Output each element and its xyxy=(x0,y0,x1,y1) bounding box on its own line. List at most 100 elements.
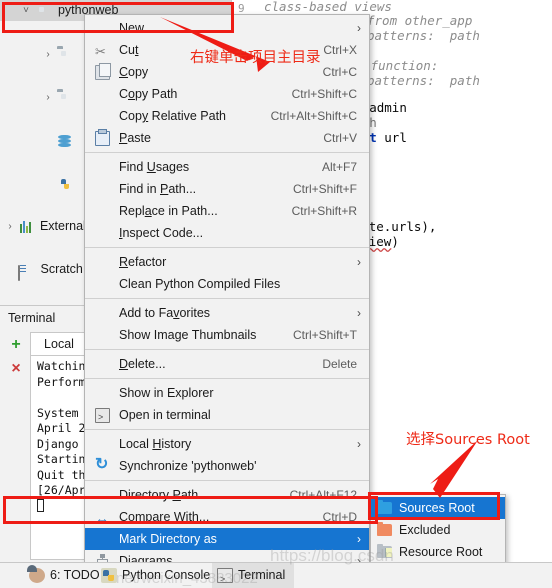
terminal-line: April 2 xyxy=(37,421,86,435)
menu-item-label: Find in Path... xyxy=(119,182,197,196)
menu-item-label: Delete... xyxy=(119,357,166,371)
menu-item-label: Directory Path xyxy=(119,488,199,502)
menu-item-new[interactable]: New › xyxy=(85,17,369,39)
chevron-right-icon[interactable]: › xyxy=(4,216,16,237)
menu-item-label: Paste xyxy=(119,131,151,145)
status-bar-terminal[interactable]: Terminal xyxy=(212,563,294,588)
menu-item-label: Synchronize 'pythonweb' xyxy=(119,459,257,473)
folder-orange-icon xyxy=(377,522,392,536)
menu-item-local-history[interactable]: Local History › xyxy=(85,433,369,455)
menu-separator xyxy=(85,152,369,153)
chevron-right-icon: › xyxy=(357,532,361,546)
menu-item-compare-with[interactable]: Compare With... Ctrl+D xyxy=(85,506,369,529)
annotation-note-right-click: 右键单击项目主目录 xyxy=(190,50,321,66)
menu-item-directory-path[interactable]: Directory Path Ctrl+Alt+F12 xyxy=(85,484,369,506)
submenu-item-label: Sources Root xyxy=(399,501,475,515)
menu-item-shortcut: Ctrl+Shift+C xyxy=(291,87,357,101)
close-terminal-button[interactable]: × xyxy=(7,360,25,378)
menu-item-label: Show in Explorer xyxy=(119,386,214,400)
submenu-item-sources-root[interactable]: Sources Root xyxy=(371,497,505,519)
menu-item-shortcut: Ctrl+Alt+F12 xyxy=(289,488,357,502)
menu-separator xyxy=(85,480,369,481)
menu-item-label: Copy Relative Path xyxy=(119,109,227,123)
menu-item-show-image-thumbnails[interactable]: Show Image Thumbnails Ctrl+Shift+T xyxy=(85,324,369,346)
submenu-item-excluded[interactable]: Excluded xyxy=(371,519,505,541)
compare-icon xyxy=(95,507,110,529)
menu-item-label: Compare With... xyxy=(119,510,210,524)
status-bar-todo[interactable]: 6: TODO xyxy=(24,563,100,588)
scratch-icon xyxy=(18,263,34,281)
menu-item-find-usages[interactable]: Find Usages Alt+F7 xyxy=(85,156,369,178)
menu-item-copy-relative-path[interactable]: Copy Relative Path Ctrl+Alt+Shift+C xyxy=(85,105,369,127)
menu-item-open-in-terminal[interactable]: Open in terminal xyxy=(85,404,369,428)
python-file-icon xyxy=(58,177,74,191)
scissors-icon xyxy=(95,41,110,63)
library-icon xyxy=(19,220,33,233)
menu-item-label: Copy xyxy=(119,65,149,79)
folder-blue-icon xyxy=(377,500,392,514)
menu-separator xyxy=(85,349,369,350)
menu-item-shortcut: Ctrl+D xyxy=(322,510,357,524)
status-bar-label: Python Console xyxy=(122,568,211,582)
menu-item-shortcut: Ctrl+V xyxy=(323,131,357,145)
menu-item-inspect-code[interactable]: Inspect Code... xyxy=(85,222,369,244)
menu-item-label: Replace in Path... xyxy=(119,204,218,218)
menu-item-shortcut: Ctrl+X xyxy=(323,43,357,57)
menu-separator xyxy=(85,429,369,430)
copy-icon xyxy=(95,63,111,80)
menu-item-refactor[interactable]: Refactor › xyxy=(85,251,369,273)
status-bar-python-console[interactable]: Python Console xyxy=(96,563,210,588)
menu-item-label: Open in terminal xyxy=(119,408,211,422)
chevron-right-icon[interactable]: › xyxy=(42,87,54,108)
menu-item-label: Refactor xyxy=(119,255,167,269)
folder-icon xyxy=(57,48,73,62)
terminal-line: Watchin xyxy=(37,359,86,373)
terminal-line: [26/Apr xyxy=(37,483,86,497)
pycharm-window: 9 10 class-based views 1 Add an import: … xyxy=(0,0,552,588)
menu-separator xyxy=(85,247,369,248)
menu-item-label: Mark Directory as xyxy=(119,532,217,546)
code-line: class-based views xyxy=(264,0,392,14)
menu-item-mark-directory-as[interactable]: Mark Directory as › xyxy=(85,528,369,550)
terminal-line: Perform xyxy=(37,374,86,389)
menu-item-shortcut: Alt+F7 xyxy=(321,160,357,174)
menu-item-synchronize[interactable]: Synchronize 'pythonweb' xyxy=(85,454,369,477)
terminal-caret xyxy=(37,498,44,512)
chevron-down-icon[interactable]: ˅ xyxy=(20,0,32,21)
tree-item-label: External xyxy=(39,219,86,233)
menu-item-shortcut: Ctrl+Shift+T xyxy=(292,328,357,342)
menu-item-paste[interactable]: Paste Ctrl+V xyxy=(85,127,369,149)
context-menu[interactable]: New › Cut Ctrl+X Copy Ctrl+C Copy Path C… xyxy=(84,14,370,588)
menu-item-label: Find Usages xyxy=(119,160,190,174)
chevron-right-icon: › xyxy=(357,255,361,269)
menu-item-label: Clean Python Compiled Files xyxy=(119,277,281,291)
menu-item-clean-python-compiled-files[interactable]: Clean Python Compiled Files xyxy=(85,273,369,295)
chevron-right-icon: › xyxy=(357,21,361,35)
menu-item-label: Cut xyxy=(119,43,139,57)
menu-item-label: Add to Favorites xyxy=(119,306,211,320)
menu-item-find-in-path[interactable]: Find in Path... Ctrl+Shift+F xyxy=(85,178,369,200)
terminal-icon xyxy=(95,406,110,428)
menu-item-label: Copy Path xyxy=(119,87,178,101)
menu-item-shortcut: Ctrl+C xyxy=(322,65,357,79)
annotation-note-sources-root: 选择Sources Root xyxy=(406,432,530,448)
menu-item-copy-path[interactable]: Copy Path Ctrl+Shift+C xyxy=(85,83,369,105)
menu-separator xyxy=(85,298,369,299)
menu-item-delete[interactable]: Delete... Delete xyxy=(85,353,369,375)
submenu-item-resource-root[interactable]: Resource Root xyxy=(371,541,505,563)
terminal-line: System xyxy=(37,405,86,420)
menu-item-shortcut: Ctrl+Alt+Shift+C xyxy=(270,109,357,123)
menu-item-add-to-favorites[interactable]: Add to Favorites › xyxy=(85,302,369,324)
add-terminal-button[interactable]: + xyxy=(7,336,25,354)
menu-item-replace-in-path[interactable]: Replace in Path... Ctrl+Shift+R xyxy=(85,200,369,222)
terminal-tab-local[interactable]: Local xyxy=(30,332,88,356)
menu-item-shortcut: Delete xyxy=(322,357,357,371)
folder-icon xyxy=(35,4,51,18)
menu-item-label: New xyxy=(119,21,145,35)
status-bar-label: 6: TODO xyxy=(50,568,100,582)
paste-icon xyxy=(95,129,110,146)
status-bar: 6: TODO Python Console Terminal xyxy=(0,562,552,588)
chevron-right-icon[interactable]: › xyxy=(42,44,54,65)
menu-item-show-in-explorer[interactable]: Show in Explorer xyxy=(85,382,369,404)
menu-item-shortcut: Ctrl+Shift+F xyxy=(292,182,357,196)
